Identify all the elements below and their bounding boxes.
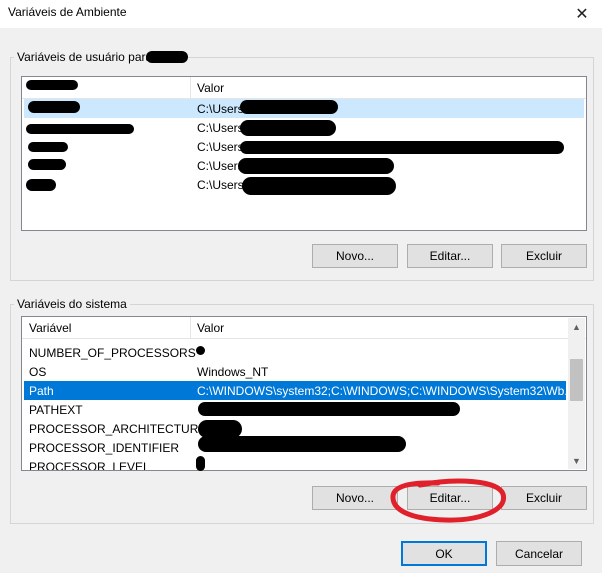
list-header: Valor xyxy=(22,77,586,99)
redaction xyxy=(28,101,80,113)
user-variables-label: Variáveis de usuário para xyxy=(14,50,156,64)
variable-name: PROCESSOR_LEVEL xyxy=(29,460,150,471)
redaction xyxy=(240,120,336,136)
redaction xyxy=(240,100,338,114)
redaction xyxy=(26,80,78,90)
variable-value: C:\Users xyxy=(197,140,244,154)
redaction xyxy=(238,158,394,174)
list-header: Variável Valor xyxy=(22,317,586,339)
window-title: Variáveis de Ambiente xyxy=(8,5,127,19)
variable-value: C:\Users xyxy=(197,178,244,192)
table-row-selected[interactable]: Path C:\WINDOWS\system32;C:\WINDOWS;C:\W… xyxy=(24,381,567,400)
table-row[interactable]: PROCESSOR_LEVEL xyxy=(24,457,566,471)
redaction xyxy=(26,124,134,134)
redaction xyxy=(146,51,188,63)
redaction xyxy=(28,159,66,170)
redaction xyxy=(196,346,205,355)
title-bar: Variáveis de Ambiente ✕ xyxy=(0,0,602,28)
vertical-scrollbar[interactable]: ▲ ▼ xyxy=(568,318,585,469)
close-button[interactable]: ✕ xyxy=(562,0,602,28)
redaction xyxy=(242,177,396,195)
ok-button[interactable]: OK xyxy=(401,541,487,566)
variable-value: C:\Users xyxy=(197,102,244,116)
user-new-button[interactable]: Novo... xyxy=(312,244,398,268)
variable-name: PATHEXT xyxy=(29,403,83,417)
variable-value: C:\WINDOWS\system32;C:\WINDOWS;C:\WINDOW… xyxy=(197,384,567,398)
column-header-value[interactable]: Valor xyxy=(197,81,224,95)
table-row[interactable]: OS Windows_NT xyxy=(24,362,566,381)
redaction xyxy=(196,456,205,471)
variable-name: PROCESSOR_ARCHITECTURE xyxy=(29,422,207,436)
table-row[interactable]: NUMBER_OF_PROCESSORS xyxy=(24,343,566,362)
redaction xyxy=(198,402,460,416)
redaction xyxy=(240,141,564,154)
chevron-up-icon[interactable]: ▲ xyxy=(568,318,585,335)
variable-name: Path xyxy=(29,384,54,398)
chevron-down-icon[interactable]: ▼ xyxy=(568,452,585,469)
redaction xyxy=(198,436,406,452)
variable-name: NUMBER_OF_PROCESSORS xyxy=(29,346,196,360)
column-header-variable[interactable]: Variável xyxy=(29,321,71,335)
system-edit-button[interactable]: Editar... xyxy=(407,486,493,510)
system-delete-button[interactable]: Excluir xyxy=(501,486,587,510)
variable-value: Windows_NT xyxy=(197,365,269,379)
redaction xyxy=(26,179,56,191)
system-new-button[interactable]: Novo... xyxy=(312,486,398,510)
system-variables-label: Variáveis do sistema xyxy=(14,297,130,311)
user-delete-button[interactable]: Excluir xyxy=(501,244,587,268)
scrollbar-thumb[interactable] xyxy=(570,359,583,401)
redaction xyxy=(28,142,68,152)
cancel-button[interactable]: Cancelar xyxy=(496,541,582,566)
variable-value: C:\Users xyxy=(197,159,244,173)
variable-name: OS xyxy=(29,365,47,379)
variable-value: C:\Users xyxy=(197,121,244,135)
column-header-value[interactable]: Valor xyxy=(197,321,224,335)
variable-name: PROCESSOR_IDENTIFIER xyxy=(29,441,180,455)
close-icon: ✕ xyxy=(575,6,589,23)
user-edit-button[interactable]: Editar... xyxy=(407,244,493,268)
